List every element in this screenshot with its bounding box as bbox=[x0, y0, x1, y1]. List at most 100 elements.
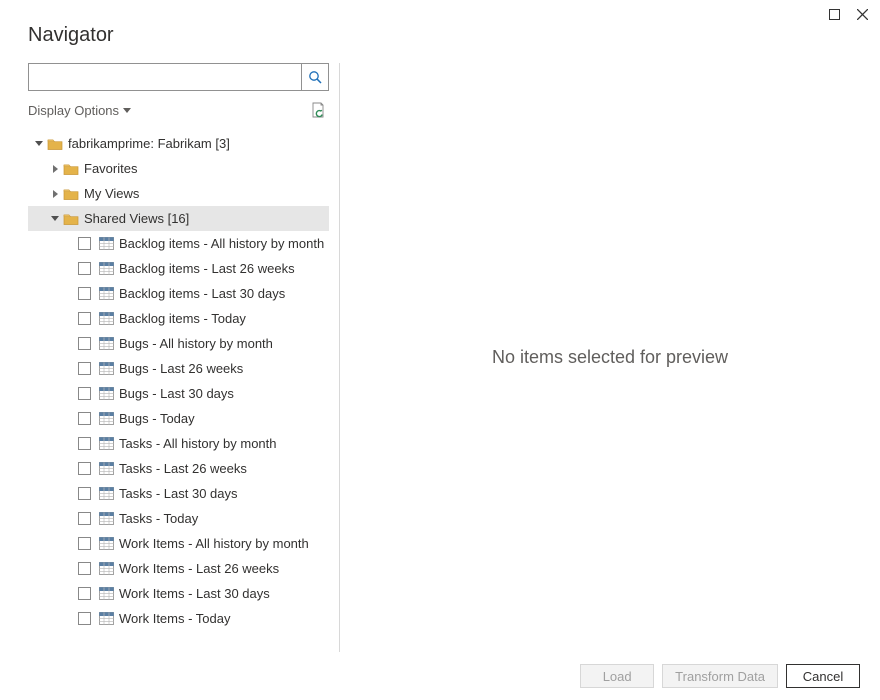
dialog-content: Display Options fabrikampri bbox=[0, 63, 880, 652]
tree-folder-favorites[interactable]: Favorites bbox=[28, 156, 329, 181]
checkbox[interactable] bbox=[78, 487, 91, 500]
search-icon bbox=[308, 70, 322, 84]
chevron-right-icon[interactable] bbox=[50, 164, 60, 174]
tree-item-bugs-today[interactable]: Bugs - Today bbox=[28, 406, 329, 431]
tree-item-label: Backlog items - Last 30 days bbox=[119, 286, 285, 301]
checkbox[interactable] bbox=[78, 387, 91, 400]
table-icon bbox=[97, 387, 115, 400]
checkbox[interactable] bbox=[78, 612, 91, 625]
expander-none bbox=[66, 489, 76, 499]
checkbox[interactable] bbox=[78, 312, 91, 325]
folder-icon bbox=[46, 137, 64, 151]
titlebar-controls bbox=[828, 8, 868, 20]
tree-item-backlog-items-today[interactable]: Backlog items - Today bbox=[28, 306, 329, 331]
tree-item-tasks-today[interactable]: Tasks - Today bbox=[28, 506, 329, 531]
expander-none bbox=[66, 239, 76, 249]
search-button[interactable] bbox=[301, 63, 329, 91]
checkbox[interactable] bbox=[78, 537, 91, 550]
tree-item-label: Work Items - Last 30 days bbox=[119, 586, 270, 601]
table-icon bbox=[97, 237, 115, 250]
folder-icon bbox=[62, 162, 80, 176]
footer: Load Transform Data Cancel bbox=[0, 652, 880, 700]
search-input[interactable] bbox=[28, 63, 301, 91]
preview-pane: No items selected for preview bbox=[340, 63, 880, 652]
tree-item-bugs-last-26-weeks[interactable]: Bugs - Last 26 weeks bbox=[28, 356, 329, 381]
expander-none bbox=[66, 414, 76, 424]
table-icon bbox=[97, 312, 115, 325]
expander-none bbox=[66, 389, 76, 399]
expander-none bbox=[66, 614, 76, 624]
checkbox[interactable] bbox=[78, 287, 91, 300]
table-icon bbox=[97, 487, 115, 500]
expander-none bbox=[66, 289, 76, 299]
tree-item-label: fabrikamprime: Fabrikam [3] bbox=[68, 136, 230, 151]
tree-item-label: Backlog items - All history by month bbox=[119, 236, 324, 251]
search-row bbox=[28, 63, 329, 91]
tree-item-label: Bugs - All history by month bbox=[119, 336, 273, 351]
preview-empty-text: No items selected for preview bbox=[492, 347, 728, 368]
table-icon bbox=[97, 462, 115, 475]
chevron-down-icon[interactable] bbox=[34, 139, 44, 149]
display-options-dropdown[interactable]: Display Options bbox=[28, 103, 131, 118]
tree-item-work-items-today[interactable]: Work Items - Today bbox=[28, 606, 329, 631]
checkbox[interactable] bbox=[78, 587, 91, 600]
transform-data-button[interactable]: Transform Data bbox=[662, 664, 778, 688]
table-icon bbox=[97, 612, 115, 625]
tree-item-backlog-items-last-26-weeks[interactable]: Backlog items - Last 26 weeks bbox=[28, 256, 329, 281]
tree-item-tasks-all-history-by-month[interactable]: Tasks - All history by month bbox=[28, 431, 329, 456]
tree-folder-shared-views-16[interactable]: Shared Views [16] bbox=[28, 206, 329, 231]
tree-item-tasks-last-30-days[interactable]: Tasks - Last 30 days bbox=[28, 481, 329, 506]
tree-item-bugs-all-history-by-month[interactable]: Bugs - All history by month bbox=[28, 331, 329, 356]
table-icon bbox=[97, 412, 115, 425]
tree-item-label: Bugs - Last 30 days bbox=[119, 386, 234, 401]
table-icon bbox=[97, 587, 115, 600]
expander-none bbox=[66, 264, 76, 274]
checkbox[interactable] bbox=[78, 512, 91, 525]
checkbox[interactable] bbox=[78, 337, 91, 350]
folder-icon bbox=[62, 212, 80, 226]
checkbox[interactable] bbox=[78, 412, 91, 425]
tree-item-label: Work Items - Today bbox=[119, 611, 231, 626]
table-icon bbox=[97, 337, 115, 350]
checkbox[interactable] bbox=[78, 562, 91, 575]
cancel-button[interactable]: Cancel bbox=[786, 664, 860, 688]
load-button[interactable]: Load bbox=[580, 664, 654, 688]
checkbox[interactable] bbox=[78, 362, 91, 375]
tree-root[interactable]: fabrikamprime: Fabrikam [3] bbox=[28, 131, 329, 156]
tree-item-label: Shared Views [16] bbox=[84, 211, 189, 226]
tree-item-label: My Views bbox=[84, 186, 139, 201]
tree-item-backlog-items-last-30-days[interactable]: Backlog items - Last 30 days bbox=[28, 281, 329, 306]
expander-none bbox=[66, 439, 76, 449]
tree-item-backlog-items-all-history-by-month[interactable]: Backlog items - All history by month bbox=[28, 231, 329, 256]
table-icon bbox=[97, 287, 115, 300]
table-icon bbox=[97, 537, 115, 550]
tree-item-label: Tasks - Today bbox=[119, 511, 198, 526]
table-icon bbox=[97, 362, 115, 375]
refresh-icon bbox=[310, 102, 326, 118]
tree-item-work-items-all-history-by-month[interactable]: Work Items - All history by month bbox=[28, 531, 329, 556]
navigator-window: Navigator Display Options bbox=[0, 0, 880, 700]
tree-item-label: Tasks - Last 26 weeks bbox=[119, 461, 247, 476]
tree-item-bugs-last-30-days[interactable]: Bugs - Last 30 days bbox=[28, 381, 329, 406]
expander-none bbox=[66, 589, 76, 599]
checkbox[interactable] bbox=[78, 437, 91, 450]
chevron-right-icon[interactable] bbox=[50, 189, 60, 199]
table-icon bbox=[97, 262, 115, 275]
tree-folder-my-views[interactable]: My Views bbox=[28, 181, 329, 206]
tree-item-label: Tasks - All history by month bbox=[119, 436, 277, 451]
checkbox[interactable] bbox=[78, 237, 91, 250]
tree-item-work-items-last-30-days[interactable]: Work Items - Last 30 days bbox=[28, 581, 329, 606]
tree-item-work-items-last-26-weeks[interactable]: Work Items - Last 26 weeks bbox=[28, 556, 329, 581]
expander-none bbox=[66, 514, 76, 524]
checkbox[interactable] bbox=[78, 462, 91, 475]
table-icon bbox=[97, 437, 115, 450]
close-icon[interactable] bbox=[856, 8, 868, 20]
chevron-down-icon[interactable] bbox=[50, 214, 60, 224]
table-icon bbox=[97, 562, 115, 575]
expand-icon[interactable] bbox=[828, 8, 840, 20]
tree-item-label: Backlog items - Last 26 weeks bbox=[119, 261, 295, 276]
tree-item-tasks-last-26-weeks[interactable]: Tasks - Last 26 weeks bbox=[28, 456, 329, 481]
checkbox[interactable] bbox=[78, 262, 91, 275]
display-options-label: Display Options bbox=[28, 103, 119, 118]
refresh-button[interactable] bbox=[307, 99, 329, 121]
